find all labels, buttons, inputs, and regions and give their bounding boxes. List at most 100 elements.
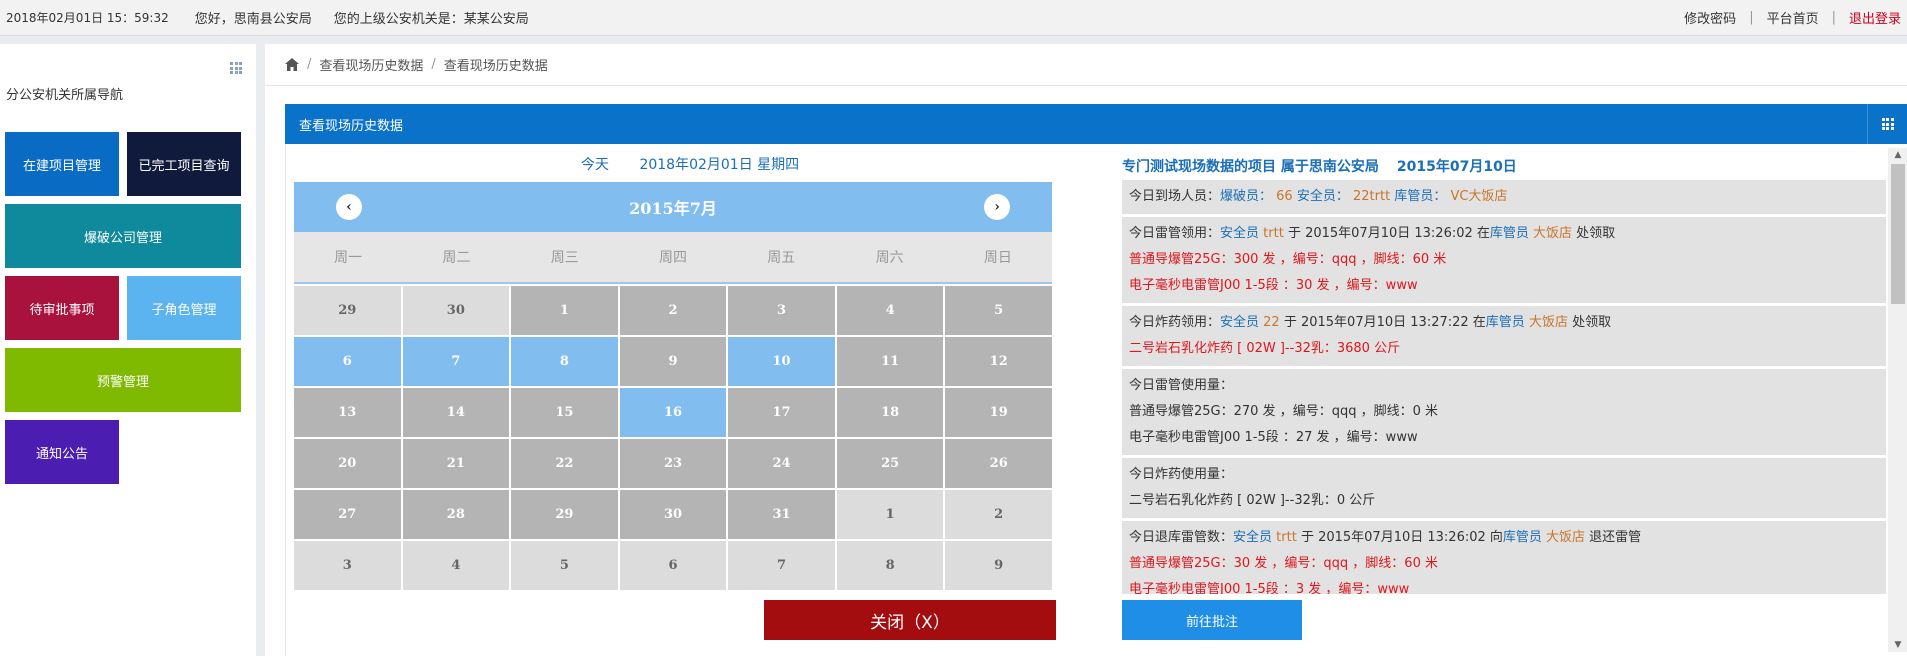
calendar-day[interactable]: 22 [511, 439, 618, 488]
calendar-day[interactable]: 14 [402, 388, 510, 437]
calendar-day[interactable]: 24 [728, 439, 835, 488]
tile-completed-projects[interactable]: 已完工项目查询 [127, 132, 241, 196]
calendar-day[interactable]: 11 [836, 337, 944, 386]
calendar-day[interactable]: 5 [945, 286, 1052, 335]
calendar-day[interactable]: 17 [728, 388, 835, 437]
grid-icon[interactable] [1867, 104, 1907, 144]
calendar-day[interactable]: 19 [945, 388, 1052, 437]
datetime-text: 2018年02月01日 15：59:32 [6, 11, 169, 25]
calendar-day[interactable]: 2 [945, 490, 1052, 539]
calendar-header: ‹ 2015年7月 › [294, 182, 1052, 232]
divider: | [1831, 10, 1836, 25]
info-title: 专门测试现场数据的项目 属于思南公安局 2015年07月10日 [1122, 156, 1517, 176]
next-month-icon[interactable]: › [984, 194, 1010, 220]
tile-pending-approval[interactable]: 待审批事项 [5, 276, 119, 340]
calendar-day[interactable]: 30 [619, 490, 727, 539]
calendar-day[interactable]: 9 [619, 337, 727, 386]
record-line: 今日退库雷管数：安全员 trtt 于 2015年07月10日 13:26:02 … [1129, 525, 1879, 551]
calendar-day[interactable]: 26 [945, 439, 1052, 488]
calendar-day[interactable]: 4 [402, 541, 510, 590]
record-text: 处领取 [1576, 226, 1616, 241]
calendar-day[interactable]: 1 [836, 490, 944, 539]
scroll-down-icon[interactable]: ▼ [1888, 638, 1907, 652]
calendar-day[interactable]: 15 [511, 388, 618, 437]
calendar-day[interactable]: 4 [836, 286, 944, 335]
scrollbar[interactable]: ▲ ▼ [1888, 148, 1907, 652]
calendar-day[interactable]: 1 [511, 286, 618, 335]
record-text: 大饭店 [1541, 530, 1590, 545]
change-password-link[interactable]: 修改密码 [1684, 8, 1736, 27]
record-text: 库管员： [1394, 189, 1447, 204]
calendar-day[interactable]: 9 [945, 541, 1052, 590]
tile-sub-role[interactable]: 子角色管理 [127, 276, 241, 340]
divider: | [1749, 10, 1754, 25]
site-info: 专门测试现场数据的项目 属于思南公安局 2015年07月10日 今日到场人员：爆破… [1122, 144, 1907, 656]
today-label: 今天 [581, 157, 609, 173]
calendar-day[interactable]: 30 [402, 286, 510, 335]
record-line: 电子毫秒电雷管J00 1-5段 ：27 发 ，编号：www [1129, 425, 1879, 451]
record-text: 安全员 [1233, 530, 1273, 545]
prev-month-icon[interactable]: ‹ [336, 194, 362, 220]
record-text: 电子毫秒电雷管J00 1-5段 ：27 发 ，编号：www [1129, 430, 1418, 445]
project-date: 2015年07月10日 [1396, 159, 1517, 175]
record-list[interactable]: 今日到场人员：爆破员： 66 安全员： 22trtt 库管员： VC大饭店 今日雷… [1122, 180, 1886, 594]
calendar-day-with-data[interactable]: 6 [294, 337, 401, 386]
calendar-day[interactable]: 5 [511, 541, 618, 590]
logout-link[interactable]: 退出登录 [1849, 8, 1901, 27]
calendar-day[interactable]: 8 [836, 541, 944, 590]
calendar-day[interactable]: 6 [619, 541, 727, 590]
tile-blasting-company[interactable]: 爆破公司管理 [5, 204, 241, 268]
calendar-day[interactable]: 21 [402, 439, 510, 488]
calendar-day[interactable]: 29 [511, 490, 618, 539]
calendar: ‹ 2015年7月 › 周一 周二 周三 周四 周五 周六 周日 29 30 1 2 3 4 5 6 7 8 9… [294, 182, 1052, 590]
scroll-up-icon[interactable]: ▲ [1888, 148, 1907, 162]
calendar-day[interactable]: 27 [294, 490, 401, 539]
weekday-row: 周一 周二 周三 周四 周五 周六 周日 [294, 232, 1052, 284]
calendar-day[interactable]: 7 [728, 541, 835, 590]
calendar-day-with-data[interactable]: 7 [402, 337, 510, 386]
record-text: VC大饭店 [1446, 189, 1508, 204]
grid-menu-icon[interactable] [230, 62, 242, 74]
record-line: 电子毫秒电雷管J00 1-5段 ：30 发 ，编号：www [1129, 273, 1879, 299]
weekday-label: 周六 [875, 250, 904, 266]
tile-notice[interactable]: 通知公告 [5, 420, 119, 484]
calendar-day[interactable]: 20 [294, 439, 401, 488]
record-text: trtt [1272, 530, 1301, 545]
scroll-thumb[interactable] [1891, 164, 1905, 304]
calendar-day[interactable]: 3 [728, 286, 835, 335]
weekday-label: 周四 [658, 250, 687, 266]
home-icon[interactable] [285, 58, 299, 71]
tile-alert[interactable]: 预警管理 [5, 348, 241, 412]
calendar-day[interactable]: 29 [294, 286, 401, 335]
record-text: 退还雷管 [1589, 530, 1642, 545]
calendar-day[interactable]: 31 [728, 490, 835, 539]
record-text: 爆破员： [1220, 189, 1273, 204]
calendar-day-with-data[interactable]: 16 [619, 388, 727, 437]
record-text: 普通导爆管25G：30 发 ，编号：qqq ，脚线：60 米 [1129, 556, 1438, 571]
calendar-day[interactable]: 3 [294, 541, 401, 590]
calendar-day[interactable]: 2 [619, 286, 727, 335]
calendar-day-with-data[interactable]: 10 [728, 337, 835, 386]
calendar-day[interactable]: 25 [836, 439, 944, 488]
calendar-day[interactable]: 28 [402, 490, 510, 539]
record-text: 电子毫秒电雷管J00 1-5段 ：3 发 ，编号：www [1129, 582, 1410, 594]
weekday-label: 周五 [767, 250, 796, 266]
breadcrumb-item[interactable]: 查看现场历史数据 [319, 55, 423, 74]
calendar-day-with-data[interactable]: 8 [511, 337, 618, 386]
calendar-day[interactable]: 12 [945, 337, 1052, 386]
record-line: 今日炸药领用：安全员 22 于 2015年07月10日 13:27:22 在库管… [1129, 310, 1879, 336]
platform-home-link[interactable]: 平台首页 [1767, 8, 1819, 27]
calendar-month: 2015年7月 [629, 199, 717, 218]
calendar-day[interactable]: 23 [619, 439, 727, 488]
approve-button[interactable]: 前往批注 [1122, 600, 1302, 640]
record-block: 今日退库雷管数：安全员 trtt 于 2015年07月10日 13:26:02 … [1122, 521, 1886, 594]
record-line: 普通导爆管25G：270 发 ，编号：qqq ，脚线：0 米 [1129, 399, 1879, 425]
record-text: 处领取 [1572, 315, 1612, 330]
tile-projects-in-progress[interactable]: 在建项目管理 [5, 132, 119, 196]
close-button[interactable]: 关闭（X） [764, 600, 1056, 640]
record-text: 普通导爆管25G：300 发 ，编号：qqq ，脚线：60 米 [1129, 252, 1447, 267]
calendar-day[interactable]: 13 [294, 388, 401, 437]
panel-header: 查看现场历史数据 [285, 104, 1907, 144]
panel-title: 查看现场历史数据 [299, 118, 404, 134]
calendar-day[interactable]: 18 [836, 388, 944, 437]
